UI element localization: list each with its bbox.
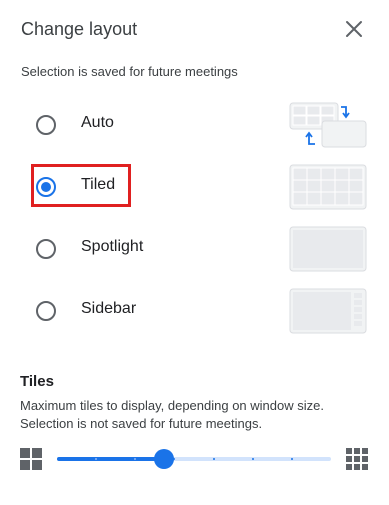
tiles-heading: Tiles <box>20 373 54 390</box>
close-icon[interactable] <box>343 18 365 40</box>
auto-radio[interactable] <box>36 115 56 135</box>
spotlight-layout-icon <box>289 226 367 272</box>
tiles-slider-row <box>0 440 389 480</box>
grid-large-icon <box>346 448 368 470</box>
slider-tick <box>212 458 215 460</box>
sidebar-radio[interactable] <box>36 301 56 321</box>
layout-option-sidebar[interactable]: Sidebar <box>0 286 389 336</box>
tiles-description: Maximum tiles to display, depending on w… <box>20 397 380 433</box>
spotlight-radio[interactable] <box>36 239 56 259</box>
auto-layout-icon <box>289 102 367 148</box>
grid-small-icon <box>20 448 42 470</box>
tiles-slider-thumb[interactable] <box>153 449 174 469</box>
auto-label: Auto <box>81 114 114 131</box>
tiled-layout-icon <box>289 164 367 210</box>
layout-option-auto[interactable]: Auto <box>0 100 389 150</box>
tiles-description-line1: Maximum tiles to display, depending on w… <box>20 398 324 413</box>
sidebar-layout-icon <box>289 288 367 334</box>
dialog-subtitle: Selection is saved for future meetings <box>21 64 238 79</box>
tiles-description-line2: Selection is not saved for future meetin… <box>20 416 263 431</box>
tiled-highlight-box <box>31 164 131 207</box>
sidebar-label: Sidebar <box>81 300 137 317</box>
layout-option-spotlight[interactable]: Spotlight <box>0 224 389 274</box>
slider-tick <box>251 458 254 460</box>
dialog-title: Change layout <box>21 19 138 39</box>
slider-tick <box>290 458 293 460</box>
tiles-slider-track[interactable] <box>57 449 331 469</box>
tiles-slider-fill <box>57 457 164 461</box>
spotlight-label: Spotlight <box>81 238 144 255</box>
